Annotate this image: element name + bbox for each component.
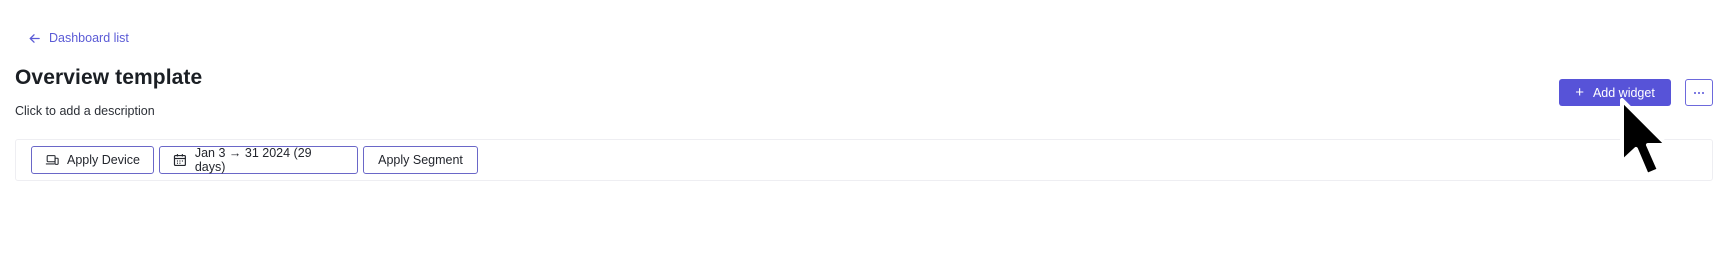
calendar-icon <box>173 154 186 167</box>
apply-segment-label: Apply Segment <box>378 153 463 167</box>
back-link-label: Dashboard list <box>49 31 129 45</box>
page-title[interactable]: Overview template <box>15 66 202 90</box>
mouse-pointer-icon <box>1620 98 1669 177</box>
back-to-dashboard-list-link[interactable]: Dashboard list <box>28 31 129 45</box>
description-field[interactable]: Click to add a description <box>15 104 155 118</box>
more-horizontal-icon <box>1693 91 1705 94</box>
more-options-button[interactable] <box>1685 79 1713 106</box>
apply-device-label: Apply Device <box>67 153 140 167</box>
date-range-button[interactable]: Jan 3 → 31 2024 (29 days) <box>159 146 358 174</box>
dashboard-header-page: Dashboard list Overview template Click t… <box>0 0 1732 266</box>
arrow-left-icon <box>29 33 40 43</box>
apply-device-button[interactable]: Apply Device <box>31 146 154 174</box>
apply-segment-button[interactable]: Apply Segment <box>363 146 478 174</box>
plus-icon: + <box>1575 83 1584 101</box>
filter-bar: Apply Device Jan 3 → 31 2024 (29 days) A… <box>15 139 1713 181</box>
date-range-label: Jan 3 → 31 2024 (29 days) <box>194 146 312 174</box>
device-icon <box>45 155 59 165</box>
